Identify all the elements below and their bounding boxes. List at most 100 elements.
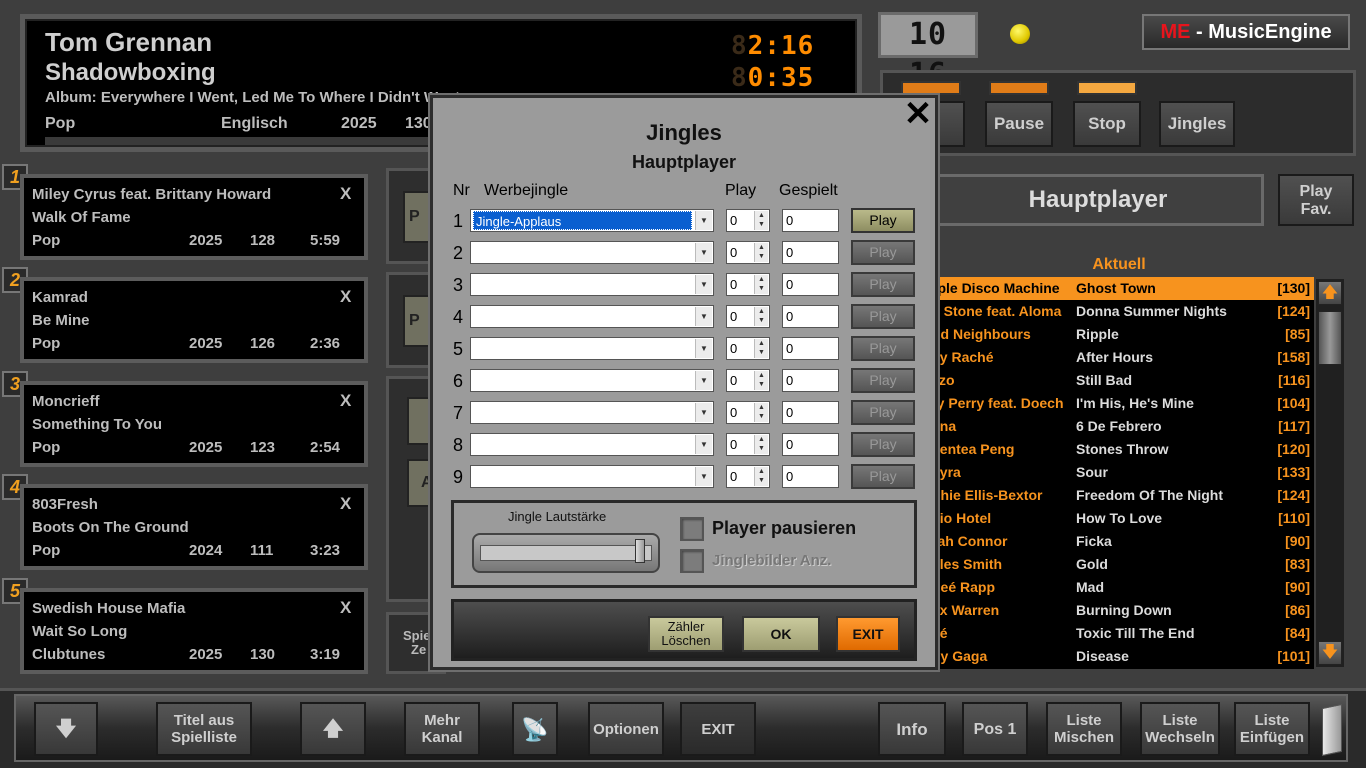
jingle-select[interactable]: ▼ xyxy=(470,465,714,488)
more-channel-button[interactable]: Mehr Kanal xyxy=(404,702,480,756)
stop-button[interactable]: Stop xyxy=(1073,101,1141,147)
play-count-stepper[interactable]: 0 ▲ ▼ xyxy=(726,305,770,328)
played-count-field[interactable]: 0 xyxy=(782,433,839,456)
chevron-down-icon[interactable]: ▼ xyxy=(695,307,712,326)
playlist-row[interactable]: kio Hotel How To Love [110] xyxy=(932,507,1314,530)
chevron-down-icon[interactable]: ▼ xyxy=(695,467,712,486)
trash-icon[interactable] xyxy=(1322,703,1342,757)
playlist-row[interactable]: dy Gaga Disease [101] xyxy=(932,645,1314,668)
pause-player-checkbox[interactable] xyxy=(680,517,704,541)
stepper-arrows-icon[interactable]: ▲ ▼ xyxy=(754,371,768,390)
jingle-play-button[interactable]: Play xyxy=(851,368,915,393)
options-button[interactable]: Optionen xyxy=(588,702,664,756)
antenna-icon[interactable]: 📡 xyxy=(512,702,558,756)
chevron-down-icon[interactable]: ▼ xyxy=(695,211,712,230)
move-up-button[interactable]: 🡅 xyxy=(300,702,366,756)
dialog-exit-button[interactable]: EXIT xyxy=(836,616,900,652)
playlist-row[interactable]: ex Warren Burning Down [86] xyxy=(932,599,1314,622)
ok-button[interactable]: OK xyxy=(742,616,820,652)
jingle-select[interactable]: ▼ xyxy=(470,369,714,392)
jingle-select[interactable]: ▼ xyxy=(470,241,714,264)
jingle-select[interactable]: ▼ xyxy=(470,273,714,296)
playlist-scrollbar[interactable]: 🡅 🡇 xyxy=(1316,279,1344,667)
playlist-row[interactable]: eentea Peng Stones Throw [120] xyxy=(932,438,1314,461)
queue-item[interactable]: Moncrieff X Something To You Pop 2025 12… xyxy=(20,381,368,467)
play-count-stepper[interactable]: 0 ▲ ▼ xyxy=(726,433,770,456)
playlist-row[interactable]: sé Toxic Till The End [84] xyxy=(932,622,1314,645)
playlist-row[interactable]: ana 6 De Febrero [117] xyxy=(932,415,1314,438)
playlist-row[interactable]: rple Disco Machine Ghost Town [130] xyxy=(932,277,1314,300)
chevron-down-icon[interactable]: ▼ xyxy=(695,339,712,358)
jingles-button[interactable]: Jingles xyxy=(1159,101,1235,147)
played-count-field[interactable]: 0 xyxy=(782,401,839,424)
queue-remove-button[interactable]: X xyxy=(340,391,351,411)
volume-slider-track[interactable] xyxy=(480,545,652,561)
play-count-stepper[interactable]: 0 ▲ ▼ xyxy=(726,337,770,360)
play-count-stepper[interactable]: 0 ▲ ▼ xyxy=(726,273,770,296)
jingle-play-button[interactable]: Play xyxy=(851,208,915,233)
queue-item[interactable]: Miley Cyrus feat. Brittany Howard X Walk… xyxy=(20,174,368,260)
chevron-down-icon[interactable]: ▼ xyxy=(695,371,712,390)
insert-list-button[interactable]: Liste Einfügen xyxy=(1234,702,1310,756)
chevron-down-icon[interactable]: ▼ xyxy=(695,243,712,262)
play-count-stepper[interactable]: 0 ▲ ▼ xyxy=(726,465,770,488)
playlist-row[interactable]: neé Rapp Mad [90] xyxy=(932,576,1314,599)
volume-slider-knob[interactable] xyxy=(634,539,645,563)
jingle-play-button[interactable]: Play xyxy=(851,400,915,425)
stepper-arrows-icon[interactable]: ▲ ▼ xyxy=(754,243,768,262)
played-count-field[interactable]: 0 xyxy=(782,465,839,488)
played-count-field[interactable]: 0 xyxy=(782,305,839,328)
play-count-stepper[interactable]: 0 ▲ ▼ xyxy=(726,369,770,392)
show-images-checkbox[interactable] xyxy=(680,549,704,573)
played-count-field[interactable]: 0 xyxy=(782,369,839,392)
shuffle-list-button[interactable]: Liste Mischen xyxy=(1046,702,1122,756)
stepper-arrows-icon[interactable]: ▲ ▼ xyxy=(754,211,768,230)
chevron-down-icon[interactable]: ▼ xyxy=(695,435,712,454)
stepper-arrows-icon[interactable]: ▲ ▼ xyxy=(754,339,768,358)
scroll-thumb[interactable] xyxy=(1318,311,1342,365)
stepper-arrows-icon[interactable]: ▲ ▼ xyxy=(754,435,768,454)
playlist-row[interactable]: phie Ellis-Bextor Freedom Of The Night [12… xyxy=(932,484,1314,507)
played-count-field[interactable]: 0 xyxy=(782,241,839,264)
close-icon[interactable]: ✕ xyxy=(903,97,933,131)
switch-list-button[interactable]: Liste Wechseln xyxy=(1140,702,1220,756)
stepper-arrows-icon[interactable]: ▲ ▼ xyxy=(754,403,768,422)
playlist-row[interactable]: eyra Sour [133] xyxy=(932,461,1314,484)
chevron-down-icon[interactable]: ▼ xyxy=(695,275,712,294)
title-from-playlist-button[interactable]: Titel aus Spielliste xyxy=(156,702,252,756)
scroll-up-icon[interactable]: 🡅 xyxy=(1318,281,1342,305)
jingle-play-button[interactable]: Play xyxy=(851,336,915,361)
volume-slider[interactable] xyxy=(472,533,660,573)
played-count-field[interactable]: 0 xyxy=(782,273,839,296)
queue-item[interactable]: Swedish House Mafia X Wait So Long Clubt… xyxy=(20,588,368,674)
jingle-play-button[interactable]: Play xyxy=(851,464,915,489)
queue-remove-button[interactable]: X xyxy=(340,598,351,618)
played-count-field[interactable]: 0 xyxy=(782,209,839,232)
playlist-row[interactable]: ay Raché After Hours [158] xyxy=(932,346,1314,369)
playlist-row[interactable]: zzo Still Bad [116] xyxy=(932,369,1314,392)
playlist-row[interactable]: ty Perry feat. Doech I'm His, He's Mine [1… xyxy=(932,392,1314,415)
jingle-select[interactable]: ▼ xyxy=(470,401,714,424)
jingle-select[interactable]: ▼ xyxy=(470,337,714,360)
jingle-play-button[interactable]: Play xyxy=(851,272,915,297)
playlist-row[interactable]: rah Connor Ficka [90] xyxy=(932,530,1314,553)
queue-remove-button[interactable]: X xyxy=(340,287,351,307)
move-down-button[interactable]: 🡇 xyxy=(34,702,98,756)
playlist-row[interactable]: od Neighbours Ripple [85] xyxy=(932,323,1314,346)
stepper-arrows-icon[interactable]: ▲ ▼ xyxy=(754,275,768,294)
play-count-stepper[interactable]: 0 ▲ ▼ xyxy=(726,241,770,264)
jingle-select[interactable]: Jingle-Applaus ▼ xyxy=(470,209,714,232)
playlist-row[interactable]: e Stone feat. Aloma Donna Summer Nights [1… xyxy=(932,300,1314,323)
pos1-button[interactable]: Pos 1 xyxy=(962,702,1028,756)
exit-button[interactable]: EXIT xyxy=(680,702,756,756)
info-button[interactable]: Info xyxy=(878,702,946,756)
jingle-select[interactable]: ▼ xyxy=(470,305,714,328)
chevron-down-icon[interactable]: ▼ xyxy=(695,403,712,422)
pause-button[interactable]: Pause xyxy=(985,101,1053,147)
stepper-arrows-icon[interactable]: ▲ ▼ xyxy=(754,307,768,326)
queue-item[interactable]: Kamrad X Be Mine Pop 2025 126 2:36 xyxy=(20,277,368,363)
play-count-stepper[interactable]: 0 ▲ ▼ xyxy=(726,401,770,424)
playlist-row[interactable]: yles Smith Gold [83] xyxy=(932,553,1314,576)
queue-remove-button[interactable]: X xyxy=(340,184,351,204)
play-favorites-button[interactable]: Play Fav. xyxy=(1278,174,1354,226)
